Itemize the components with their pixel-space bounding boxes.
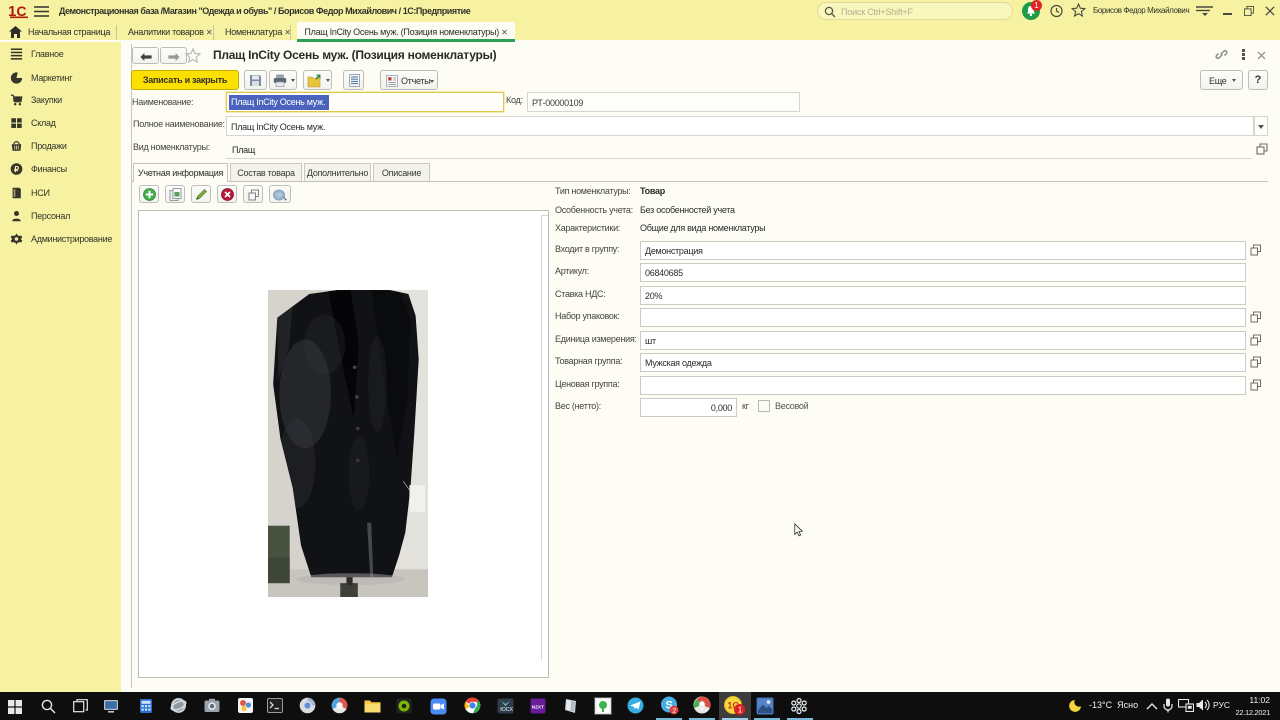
svg-text:2: 2 (672, 706, 676, 715)
svg-text:NZXT: NZXT (532, 705, 544, 710)
svg-text:₽: ₽ (14, 165, 19, 174)
svg-text:ЮСХ: ЮСХ (500, 707, 513, 713)
svg-text:1: 1 (738, 705, 743, 715)
